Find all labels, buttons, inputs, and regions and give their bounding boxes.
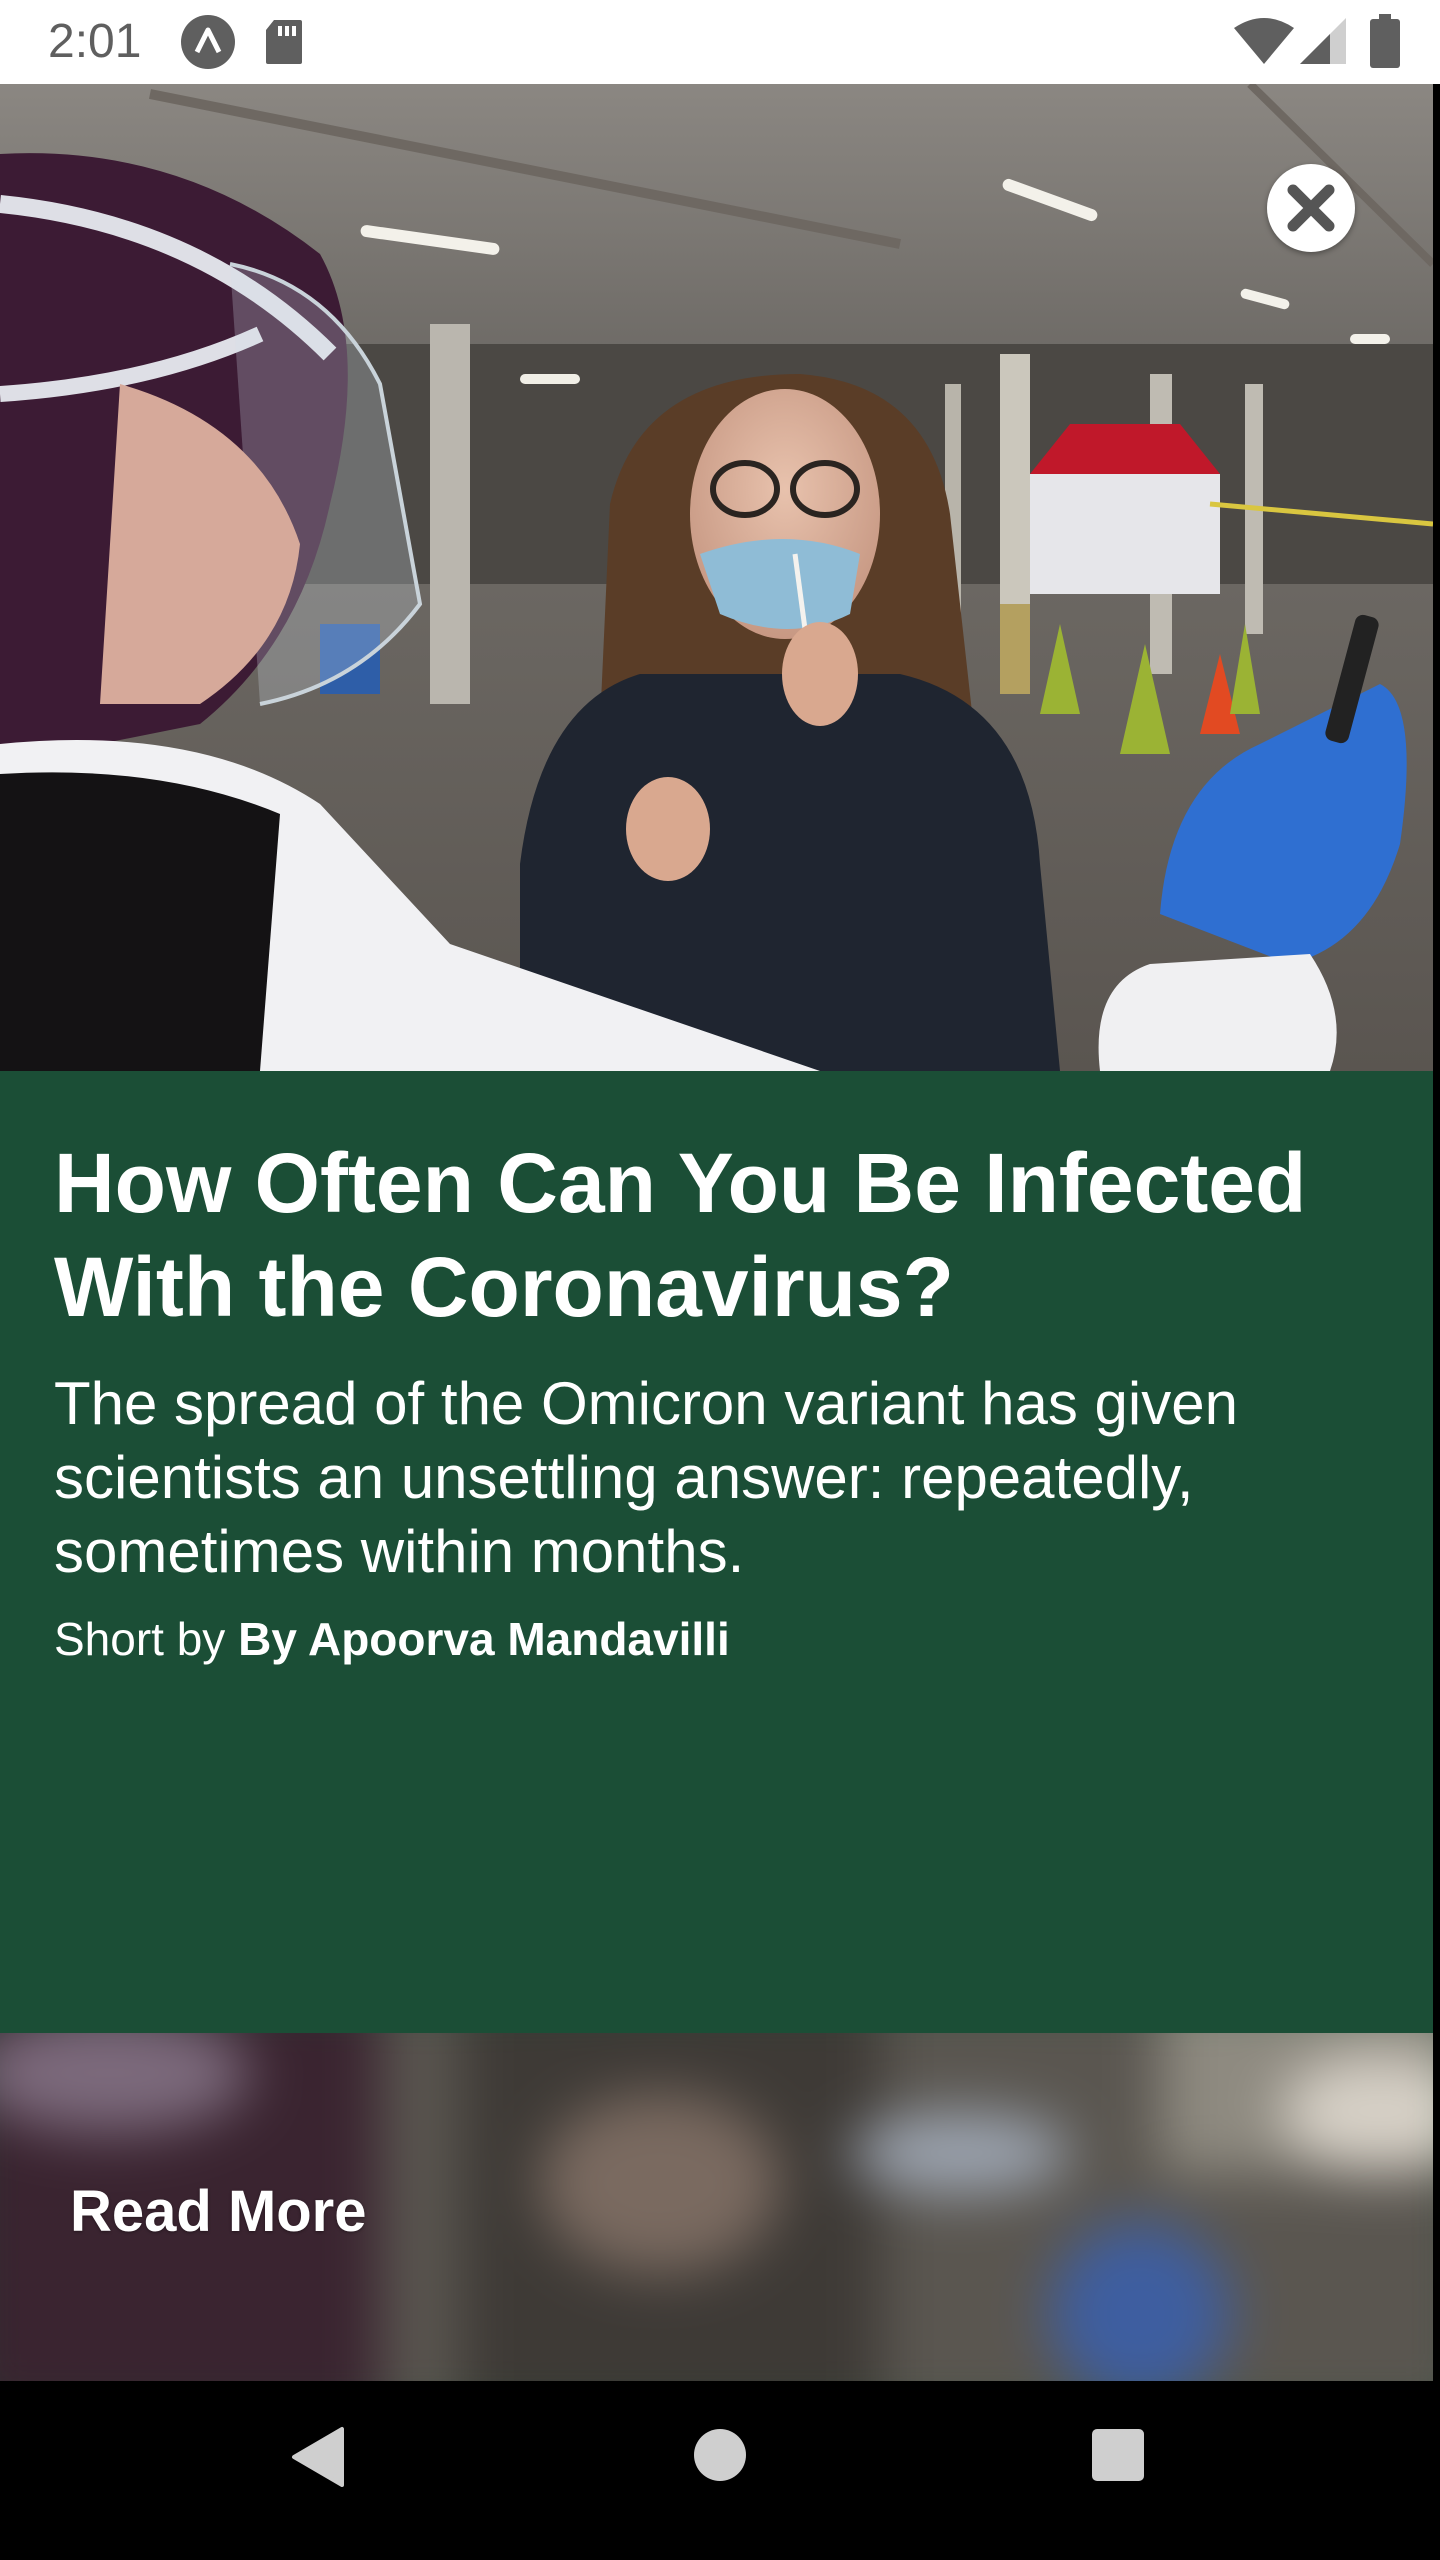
sd-card-icon (264, 18, 304, 71)
article-byline: Short by By Apoorva Mandavilli (54, 1611, 730, 1667)
article-author: By Apoorva Mandavilli (238, 1613, 730, 1665)
read-more-label: Read More (70, 2179, 367, 2244)
status-time: 2:01 (48, 15, 142, 68)
cell-signal-icon (1300, 18, 1346, 69)
back-icon (292, 2427, 344, 2487)
close-button[interactable] (1267, 164, 1355, 252)
home-icon (694, 2429, 746, 2481)
home-button[interactable] (692, 2427, 748, 2488)
wifi-icon (1234, 18, 1294, 69)
status-bar: 2:01 (0, 0, 1440, 84)
article-summary: The spread of the Omicron variant has gi… (54, 1370, 1238, 1585)
app-launcher-icon (180, 14, 236, 75)
recents-button[interactable] (1090, 2427, 1146, 2488)
battery-icon (1370, 14, 1400, 73)
article-text-section: How Often Can You Be Infected With the C… (0, 1071, 1433, 2033)
recents-icon (1092, 2429, 1144, 2481)
byline-prefix: Short by (54, 1613, 239, 1665)
close-icon (1287, 184, 1335, 232)
read-more-button[interactable]: Read More (0, 2033, 1433, 2381)
article-card: How Often Can You Be Infected With the C… (0, 84, 1433, 2381)
navigation-bar (0, 2381, 1440, 2560)
article-headline: How Often Can You Be Infected With the C… (54, 1136, 1307, 1334)
covid-testing-photo (0, 84, 1433, 1071)
back-button[interactable] (290, 2425, 346, 2494)
